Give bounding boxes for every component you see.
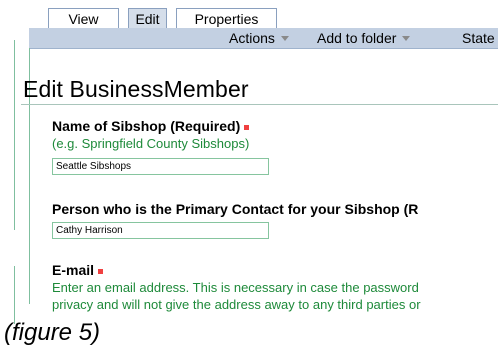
actions-menu[interactable]: Actions bbox=[229, 28, 289, 48]
state-menu[interactable]: State bbox=[462, 28, 495, 48]
required-icon bbox=[98, 268, 104, 274]
state-menu-label: State bbox=[462, 30, 495, 46]
name-field-label: Name of Sibshop (Required) bbox=[52, 118, 250, 134]
chevron-down-icon bbox=[402, 35, 411, 41]
name-field-hint: (e.g. Springfield County Sibshops) bbox=[52, 136, 250, 151]
left-guide-line bbox=[14, 266, 15, 324]
email-field-hint: privacy and will not give the address aw… bbox=[52, 297, 421, 312]
email-field-label-text: E-mail bbox=[52, 262, 95, 278]
add-to-folder-label: Add to folder bbox=[317, 30, 397, 46]
contact-input[interactable] bbox=[52, 222, 269, 239]
contact-field-label: Person who is the Primary Contact for yo… bbox=[52, 201, 419, 217]
left-guide-line bbox=[14, 40, 15, 230]
title-divider bbox=[21, 104, 498, 105]
action-bar: Actions Add to folder State bbox=[29, 28, 498, 49]
add-to-folder-menu[interactable]: Add to folder bbox=[317, 28, 411, 48]
email-field-hint: Enter an email address. This is necessar… bbox=[52, 280, 419, 295]
tab-bar: View Edit Properties bbox=[48, 8, 286, 28]
page-title: Edit BusinessMember bbox=[23, 76, 249, 102]
tab-view[interactable]: View bbox=[48, 8, 119, 28]
name-field-label-text: Name of Sibshop (Required) bbox=[52, 118, 241, 134]
name-input[interactable] bbox=[52, 158, 269, 175]
required-icon bbox=[244, 124, 250, 130]
tab-properties[interactable]: Properties bbox=[176, 8, 277, 28]
actions-menu-label: Actions bbox=[229, 30, 275, 46]
figure-caption: (figure 5) bbox=[4, 319, 101, 346]
email-field-label: E-mail bbox=[52, 262, 104, 278]
tab-edit[interactable]: Edit bbox=[128, 8, 167, 28]
chevron-down-icon bbox=[280, 35, 289, 41]
